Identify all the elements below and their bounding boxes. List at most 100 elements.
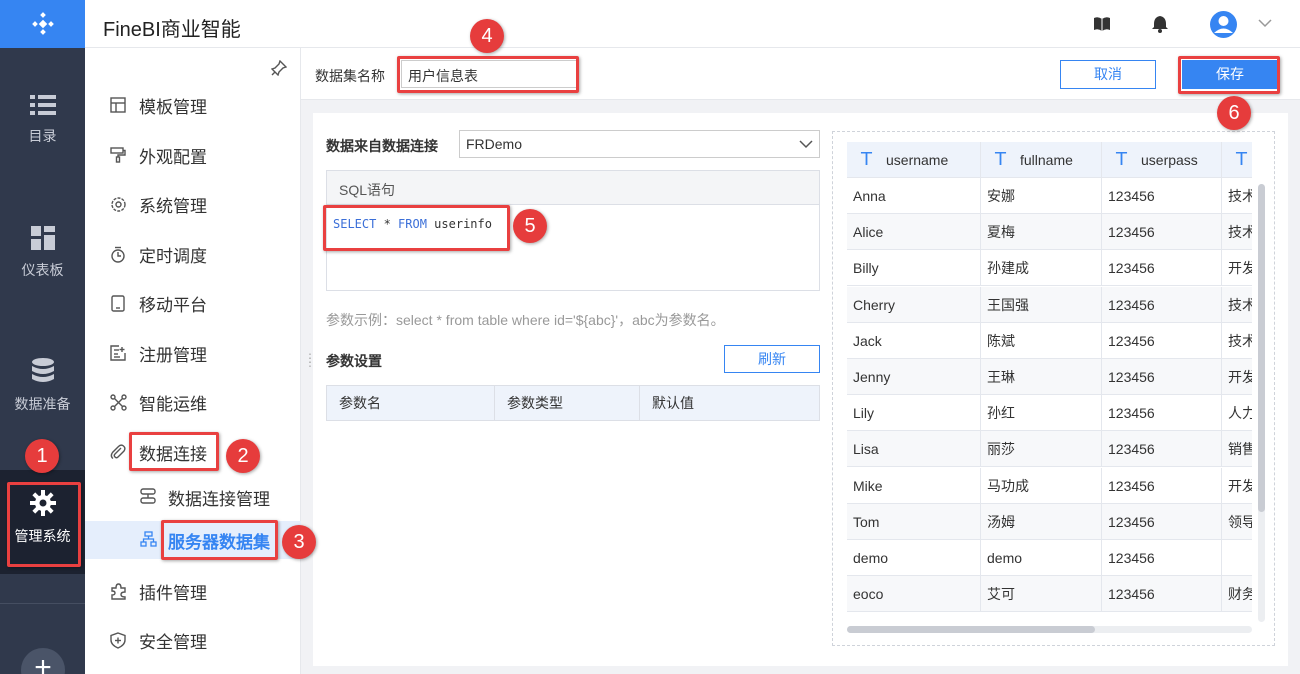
menu-item-label: 智能运维	[139, 394, 207, 414]
param-table-header: 参数名 参数类型 默认值	[326, 385, 820, 421]
param-hint: 参数示例：select * from table where id='${abc…	[326, 312, 725, 328]
rail-item-data-prep[interactable]: 数据准备	[0, 358, 85, 414]
column-header[interactable]: Tfullname	[981, 142, 1102, 178]
menu-item-plugin[interactable]: 插件管理	[85, 571, 301, 611]
dataset-icon	[140, 531, 158, 549]
table-row[interactable]: Jenny王琳123456 开发	[847, 359, 1252, 395]
menu-item-label: 安全管理	[139, 632, 207, 652]
step-badge-5: 5	[513, 209, 547, 243]
step-badge-1: 1	[25, 439, 59, 473]
menu-item-label: 系统管理	[139, 196, 207, 216]
dashboard-icon	[30, 226, 55, 250]
menu-item-label: 注册管理	[139, 345, 207, 365]
step-badge-4: 4	[470, 19, 504, 53]
server-icon	[140, 488, 158, 506]
table-row[interactable]: Jack陈斌123456 技术	[847, 322, 1252, 359]
table-cell: 123456	[1102, 250, 1222, 287]
menu-item-ops[interactable]: 智能运维	[85, 382, 301, 422]
table-cell: 销售	[1228, 441, 1252, 458]
menu-item-label: 模板管理	[139, 97, 207, 117]
menu-item-appearance[interactable]: 外观配置	[85, 135, 301, 175]
pin-icon[interactable]	[271, 60, 287, 76]
table-cell: 技术	[1228, 224, 1252, 241]
table-cell: 123456	[1102, 467, 1222, 504]
table-cell: 123456	[1102, 576, 1222, 613]
rail-item-label: 目录	[28, 128, 57, 144]
table-cell: 123456	[1102, 431, 1222, 468]
table-row[interactable]: demo demo 123456	[847, 540, 1252, 576]
database-icon	[31, 358, 54, 382]
table-row[interactable]: eoco艾可123456 财务	[847, 576, 1252, 613]
table-row[interactable]: Lily孙红123456 人力	[847, 395, 1252, 432]
menu-item-mobile[interactable]: 移动平台	[85, 283, 301, 323]
table-cell: demo	[847, 540, 981, 576]
param-settings-title: 参数设置	[326, 353, 382, 369]
menu-item-system[interactable]: 系统管理	[85, 184, 301, 224]
param-column-header: 参数名	[327, 386, 495, 420]
column-header[interactable]: Tusername	[847, 142, 981, 178]
rail-item-dashboard[interactable]: 仪表板	[0, 226, 85, 280]
callout-save	[1178, 56, 1280, 94]
table-row[interactable]: Anna安娜123456 技术	[847, 178, 1252, 214]
menu-item-register[interactable]: 注册管理	[85, 333, 301, 373]
refresh-button[interactable]: 刷新	[724, 345, 820, 373]
table-cell: 123456	[1102, 178, 1222, 214]
menu-item-schedule[interactable]: 定时调度	[85, 234, 301, 274]
cancel-button[interactable]: 取消	[1060, 60, 1156, 89]
column-header[interactable]: T	[1222, 142, 1252, 178]
resize-handle[interactable]: ⋮ ⋮	[304, 352, 316, 368]
callout-data-connection	[129, 432, 219, 471]
horizontal-scrollbar-thumb[interactable]	[847, 626, 1095, 633]
table-row[interactable]: Billy孙建成123456 开发	[847, 250, 1252, 287]
mobile-icon	[109, 294, 127, 312]
column-header-label: username	[886, 152, 949, 168]
table-cell: Anna	[847, 178, 981, 214]
preview-table[interactable]: Tusername Tfullname Tuserpass T Anna 安娜 12…	[847, 142, 1252, 626]
rail-item-catalog[interactable]: 目录	[0, 94, 85, 146]
finebi-logo-icon[interactable]	[0, 0, 85, 48]
table-cell: 孙建成	[981, 250, 1102, 287]
step-badge-3: 3	[282, 525, 316, 559]
sub-item-label: 数据连接管理	[168, 489, 270, 509]
menu-item-label: 外观配置	[139, 147, 207, 167]
table-row[interactable]: Mike马功成123456 开发	[847, 467, 1252, 504]
connection-select[interactable]: FRDemo	[459, 130, 820, 158]
menu-item-template[interactable]: 模板管理	[85, 85, 301, 125]
table-cell: Cherry	[847, 286, 981, 323]
table-cell: 123456	[1102, 540, 1222, 576]
table-cell: 123456	[1102, 359, 1222, 395]
table-row[interactable]: Alice夏梅123456 技术	[847, 214, 1252, 251]
vertical-scrollbar-thumb[interactable]	[1258, 184, 1265, 512]
table-cell: 艾可	[981, 576, 1102, 613]
avatar[interactable]	[1210, 11, 1237, 38]
link-icon	[109, 443, 127, 461]
register-icon	[109, 344, 127, 362]
table-row[interactable]: Cherry王国强123456 技术	[847, 286, 1252, 323]
menu-item-label: 移动平台	[139, 295, 207, 315]
template-icon	[109, 96, 127, 114]
table-cell: 开发	[1228, 369, 1252, 385]
menu-item-security[interactable]: 安全管理	[85, 620, 301, 660]
timer-icon	[109, 245, 127, 263]
table-cell: Lily	[847, 395, 981, 432]
table-cell: 技术	[1228, 188, 1252, 204]
sub-item-connection-management[interactable]: 数据连接管理	[85, 479, 301, 515]
table-cell: 人力	[1228, 405, 1252, 422]
add-button[interactable]: +	[21, 648, 65, 674]
text-type-icon: T	[861, 149, 872, 170]
preview-header-row: Tusername Tfullname Tuserpass T	[847, 142, 1252, 178]
table-row[interactable]: Tom汤姆123456 领导	[847, 503, 1252, 540]
menu-item-label: 定时调度	[139, 246, 207, 266]
column-header[interactable]: Tuserpass	[1102, 142, 1222, 178]
table-cell: 123456	[1102, 214, 1222, 251]
book-icon[interactable]	[1093, 16, 1111, 32]
step-badge-6: 6	[1217, 96, 1251, 130]
bell-icon[interactable]	[1152, 15, 1168, 33]
table-cell: 丽莎	[981, 431, 1102, 468]
menu-item-label: 插件管理	[139, 583, 207, 603]
app-title: FineBI商业智能	[103, 19, 241, 41]
table-row[interactable]: Lisa丽莎123456 销售	[847, 431, 1252, 468]
table-cell: 开发	[1228, 260, 1252, 277]
chevron-down-icon[interactable]	[1258, 19, 1272, 28]
table-cell: 领导	[1228, 513, 1252, 530]
